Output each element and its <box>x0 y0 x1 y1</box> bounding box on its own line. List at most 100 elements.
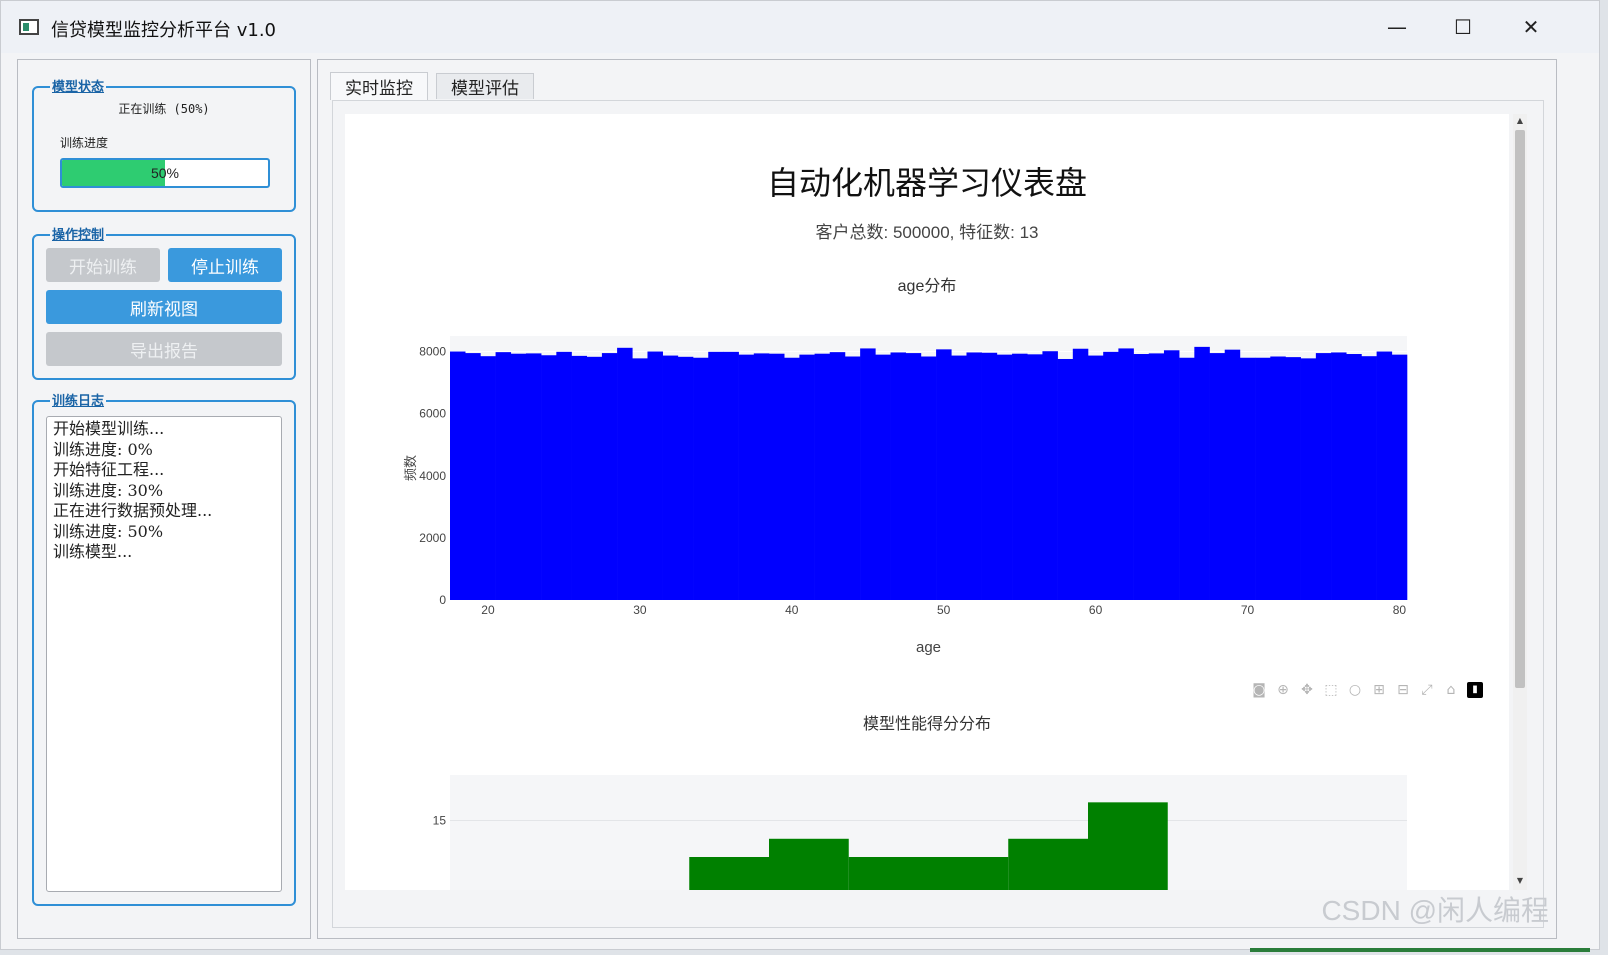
age-bar <box>981 352 998 600</box>
export-report-button[interactable]: 导出报告 <box>46 332 282 366</box>
age-bar <box>1118 348 1134 600</box>
zoom-in-icon[interactable]: ⊞ <box>1371 682 1387 698</box>
age-bar <box>875 354 891 600</box>
status-group-title: 模型状态 <box>50 76 107 95</box>
age-bar <box>738 354 755 600</box>
age-bar <box>1194 346 1210 600</box>
watermark: CSDN @闲人编程 <box>1321 895 1549 926</box>
title-bar: 信贷模型监控分析平台 v1.0 — ☐ ✕ <box>1 1 1599 53</box>
age-bar <box>1057 358 1074 600</box>
y-tick-label: 2000 <box>419 531 446 545</box>
age-bar <box>647 351 663 600</box>
age-bar <box>632 358 648 600</box>
right-panel: 实时监控 模型评估 自动化机器学习仪表盘 客户总数: 500000, 特征数: … <box>317 59 1557 939</box>
control-group-title: 操作控制 <box>50 224 107 243</box>
log-group-title: 训练日志 <box>50 390 107 409</box>
age-bar <box>799 354 815 600</box>
camera-icon[interactable]: ◙ <box>1251 682 1267 698</box>
log-line: 训练模型... <box>53 542 133 561</box>
training-log-textarea[interactable]: 开始模型训练... 训练进度: 0% 开始特征工程... 训练进度: 30% 正… <box>46 416 282 892</box>
log-line: 训练进度: 50% <box>53 521 164 541</box>
x-tick-label: 50 <box>937 603 951 617</box>
score-bar <box>848 857 929 890</box>
app-window: 信贷模型监控分析平台 v1.0 — ☐ ✕ 模型状态 正在训练 (50%) 训练… <box>0 0 1600 950</box>
age-bar <box>951 355 967 600</box>
training-progress-bar: 50% <box>60 158 270 188</box>
age-bar <box>510 353 527 600</box>
start-training-button[interactable]: 开始训练 <box>46 248 160 282</box>
age-bar <box>1072 348 1089 600</box>
age-bar <box>1012 353 1028 600</box>
y-axis-label: 频数 <box>403 455 418 481</box>
age-bar <box>769 353 785 600</box>
age-bar <box>1331 352 1347 600</box>
age-bar <box>1224 349 1241 600</box>
age-bar <box>1270 356 1286 600</box>
age-bar <box>465 353 481 600</box>
x-tick-label: 30 <box>633 603 647 617</box>
maximize-button[interactable]: ☐ <box>1439 11 1487 43</box>
y-tick-label: 15 <box>433 814 447 828</box>
y-tick-label: 0 <box>439 593 446 607</box>
lasso-icon[interactable]: ○ <box>1347 682 1363 698</box>
log-line: 训练进度: 0% <box>53 439 153 459</box>
age-bar <box>1315 353 1332 600</box>
dashboard-webview: 自动化机器学习仪表盘 客户总数: 500000, 特征数: 13 age分布 0… <box>345 114 1509 890</box>
age-bar <box>556 351 572 600</box>
tab-model-evaluation[interactable]: 模型评估 <box>436 73 534 99</box>
age-bar <box>1148 353 1165 600</box>
zoom-out-icon[interactable]: ⊟ <box>1395 682 1411 698</box>
age-bar <box>617 347 633 600</box>
x-tick-label: 60 <box>1089 603 1103 617</box>
autoscale-icon[interactable]: ⤢ <box>1419 682 1435 698</box>
age-bar <box>1042 351 1058 600</box>
age-bar <box>601 353 618 600</box>
age-bar <box>1027 354 1043 600</box>
app-icon <box>19 19 39 35</box>
age-histogram-chart: 0 2000 4000 6000 8000 20 30 40 50 60 70 80 age 频数 <box>403 336 1408 656</box>
progress-percent-text: 50% <box>150 165 180 181</box>
age-bar <box>541 355 557 600</box>
score-bar <box>1088 802 1168 890</box>
scroll-up-icon[interactable]: ▲ <box>1513 116 1527 125</box>
webview-scrollbar[interactable]: ▲ ▼ <box>1513 114 1527 890</box>
age-bar <box>1255 357 1271 600</box>
stop-training-button[interactable]: 停止训练 <box>168 248 282 282</box>
age-bar <box>1088 355 1104 600</box>
age-bar <box>723 351 739 600</box>
age-bar <box>495 352 512 600</box>
age-bar <box>1209 353 1226 600</box>
age-bar <box>966 352 982 600</box>
reset-axes-icon[interactable]: ⌂ <box>1443 682 1459 698</box>
scroll-down-icon[interactable]: ▼ <box>1513 876 1527 885</box>
age-bar <box>1103 351 1119 600</box>
x-tick-label: 20 <box>481 603 495 617</box>
minimize-button[interactable]: — <box>1373 11 1421 43</box>
age-bar <box>844 356 861 600</box>
age-bar <box>890 352 907 600</box>
age-bar <box>1391 354 1408 600</box>
x-axis-label: age <box>916 639 941 656</box>
close-button[interactable]: ✕ <box>1507 11 1555 43</box>
box-select-icon[interactable]: ⬚ <box>1323 682 1339 698</box>
plotly-logo-icon[interactable]: ▮ <box>1467 682 1483 698</box>
age-bar <box>1346 354 1362 600</box>
age-bar <box>693 357 709 600</box>
status-group: 模型状态 正在训练 (50%) 训练进度 50% <box>32 76 296 212</box>
scrollbar-thumb[interactable] <box>1515 130 1525 688</box>
age-bar <box>996 354 1013 600</box>
age-bar <box>784 357 800 600</box>
score-bar <box>769 838 849 890</box>
age-bar <box>753 353 770 600</box>
log-line: 正在进行数据预处理... <box>53 501 213 520</box>
tab-realtime-monitor[interactable]: 实时监控 <box>330 72 428 100</box>
progress-label: 训练进度 <box>60 136 109 150</box>
refresh-view-button[interactable]: 刷新视图 <box>46 290 282 324</box>
zoom-icon[interactable]: ⊕ <box>1275 682 1291 698</box>
window-title: 信贷模型监控分析平台 v1.0 <box>51 20 276 41</box>
pan-icon[interactable]: ✥ <box>1299 682 1315 698</box>
age-bar <box>1361 356 1377 600</box>
taskbar-strip <box>1250 948 1590 952</box>
log-line: 开始特征工程... <box>53 460 165 479</box>
score-bar <box>689 857 769 890</box>
